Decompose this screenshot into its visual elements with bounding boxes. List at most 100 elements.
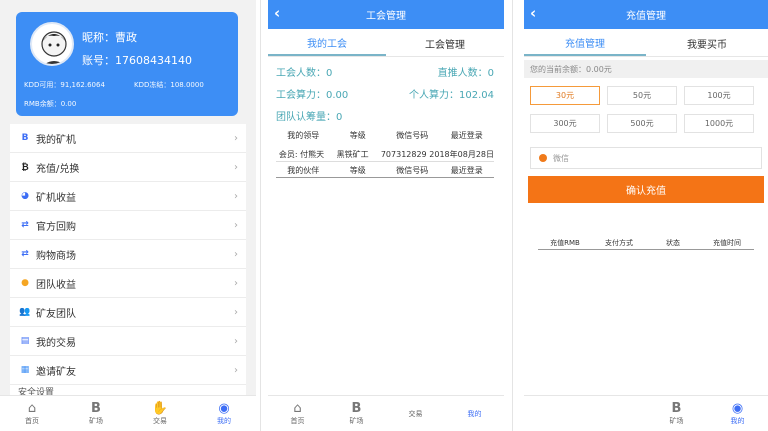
chevron-right-icon: › — [234, 335, 238, 347]
direct-referral-count: 直推人数：0 — [437, 68, 494, 79]
profile-menu: B 我的矿机 › ₿ 充值/兑换 › ◕ 矿机收益 › ⇄ 官方回购 › ⇄ 购物商场 › ● 团队收… — [10, 124, 246, 397]
back-arrow-icon[interactable]: ‹ — [530, 4, 536, 22]
header-bar: ‹ 充值管理 — [524, 0, 768, 29]
amount-option-1000[interactable]: 1000元 — [684, 114, 754, 133]
recharge-record-header: 充值RMB 支付方式 状态 充值时间 — [538, 236, 754, 250]
tab-label: 我的 — [730, 416, 745, 425]
menu-item-team-earnings[interactable]: ● 团队收益 › — [10, 269, 246, 298]
menu-label: 团队收益 — [36, 279, 76, 291]
tab-recharge-management[interactable]: 充值管理 — [524, 31, 646, 56]
chevron-right-icon: › — [234, 364, 238, 376]
menu-label: 我的交易 — [36, 337, 76, 349]
amount-option-30[interactable]: 30元 — [530, 86, 600, 105]
tab-label: 首页 — [290, 416, 305, 425]
home-icon: ⌂ — [27, 400, 37, 416]
kdd-available: KDD可用：91,162.6064 — [24, 81, 105, 89]
menu-item-my-miners[interactable]: B 我的矿机 › — [10, 124, 246, 153]
tab-label: 我的 — [217, 416, 231, 425]
radio-selected-icon — [539, 154, 547, 162]
chevron-right-icon: › — [234, 248, 238, 260]
menu-item-recharge-exchange[interactable]: ₿ 充值/兑换 › — [10, 153, 246, 182]
amount-option-500[interactable]: 500元 — [607, 114, 677, 133]
tab-mine-field[interactable]: B 矿场 — [327, 396, 386, 431]
rmb-balance: RMB余额：0.00 — [24, 100, 77, 108]
bitcoin-b-icon: B — [671, 400, 682, 416]
table-cell: 会员: 付熊天 — [278, 150, 325, 159]
column-header: 充值RMB — [550, 238, 580, 247]
tab-label: 我的 — [467, 409, 482, 418]
column-header: 等级 — [349, 130, 366, 140]
chevron-right-icon: › — [234, 219, 238, 231]
chevron-right-icon: › — [234, 277, 238, 289]
column-header: 最近登录 — [450, 166, 483, 175]
tab-label: 交易 — [408, 409, 423, 418]
union-member-count: 工会人数：0 — [276, 68, 333, 79]
menu-item-invite-miners[interactable]: ▦ 邀请矿友 › — [10, 356, 246, 385]
union-screen: ‹ 工会管理 我的工会 工会管理 工会人数：0 直推人数：0 工会算力：0.00… — [268, 0, 504, 431]
menu-label: 我的矿机 — [36, 134, 76, 146]
tab-my-union[interactable]: 我的工会 — [268, 31, 386, 56]
amount-option-50[interactable]: 50元 — [607, 86, 677, 105]
panel-divider — [512, 0, 513, 431]
qr-code-icon: ▦ — [20, 365, 30, 375]
menu-item-miner-team[interactable]: 👥 矿友团队 › — [10, 298, 246, 327]
tab-label: 矿场 — [669, 416, 684, 425]
account-number: 账号：17608434140 — [82, 54, 192, 67]
tab-mine-field[interactable]: B 矿场 — [646, 396, 707, 431]
menu-label: 矿机收益 — [36, 192, 76, 204]
table-cell: 黑铁矿工 — [336, 150, 369, 159]
tab-trade[interactable]: 交易 — [386, 396, 445, 431]
team-icon: 👥 — [19, 307, 31, 317]
menu-item-shopping-mall[interactable]: ⇄ 购物商场 › — [10, 240, 246, 269]
bitcoin-b-icon: B — [21, 133, 29, 143]
tab-trade[interactable]: ✋ 交易 — [128, 396, 192, 431]
bitcoin-b-icon: B — [91, 400, 101, 416]
payment-method-wechat[interactable]: 微信 — [530, 147, 762, 169]
column-header: 微信号码 — [396, 166, 429, 175]
user-icon: ◉ — [731, 400, 744, 416]
tab-buy-coins[interactable]: 我要买币 — [646, 31, 768, 56]
chevron-right-icon: › — [234, 190, 238, 202]
column-header: 等级 — [349, 166, 366, 175]
exchange-icon: ⇄ — [21, 249, 29, 259]
menu-item-my-trades[interactable]: ▤ 我的交易 › — [10, 327, 246, 356]
tab-label: 矿场 — [89, 416, 103, 425]
tab-home[interactable]: ⌂ 首页 — [0, 396, 64, 431]
menu-label: 官方回购 — [36, 221, 76, 233]
menu-label: 邀请矿友 — [36, 366, 76, 378]
tab-mine[interactable]: 我的 — [445, 396, 504, 431]
tab-mine-field[interactable]: B 矿场 — [64, 396, 128, 431]
recharge-tabs: 充值管理 我要买币 — [524, 31, 768, 57]
profile-card: 昵称：曹政 账号：17608434140 KDD可用：91,162.6064 K… — [16, 12, 238, 116]
menu-item-official-buyback[interactable]: ⇄ 官方回购 › — [10, 211, 246, 240]
table-row: 会员: 付熊天 黑铁矿工 707312829 2018年08月28日 — [276, 148, 494, 162]
confirm-recharge-button[interactable]: 确认充值 — [528, 176, 764, 203]
tab-home[interactable]: ⌂ 首页 — [268, 396, 327, 431]
column-header: 微信号码 — [396, 130, 429, 140]
amount-option-100[interactable]: 100元 — [684, 86, 754, 105]
kdd-frozen: KDD冻结：108.0000 — [134, 81, 204, 89]
menu-item-miner-earnings[interactable]: ◕ 矿机收益 › — [10, 182, 246, 211]
chevron-right-icon: › — [234, 306, 238, 318]
avatar[interactable] — [30, 22, 74, 66]
tab-union-management[interactable]: 工会管理 — [386, 31, 504, 56]
exchange-icon: ⇄ — [21, 220, 29, 230]
menu-label: 矿友团队 — [36, 308, 76, 320]
bitcoin-icon: ₿ — [21, 162, 29, 173]
menu-label: 购物商场 — [36, 250, 76, 262]
tab-mine[interactable]: ◉ 我的 — [707, 396, 768, 431]
tab-mine[interactable]: ◉ 我的 — [192, 396, 256, 431]
nickname: 昵称：曹政 — [82, 31, 137, 44]
current-balance: 您的当前余额：0.00元 — [524, 60, 768, 78]
recharge-screen: ‹ 充值管理 充值管理 我要买币 您的当前余额：0.00元 30元 50元 10… — [524, 0, 768, 431]
table-cell: 707312829 — [380, 150, 427, 159]
back-arrow-icon[interactable]: ‹ — [274, 4, 280, 22]
header-bar: ‹ 工会管理 — [268, 0, 504, 29]
page-title: 工会管理 — [366, 11, 406, 22]
amount-option-300[interactable]: 300元 — [530, 114, 600, 133]
union-info-row-1: 工会人数：0 直推人数：0 — [276, 64, 494, 79]
union-info-row-3: 团队认筹量：0 — [276, 108, 494, 123]
payment-method-label: 微信 — [553, 153, 569, 163]
tab-label: 交易 — [153, 416, 167, 425]
union-tabs: 我的工会 工会管理 — [268, 31, 504, 57]
